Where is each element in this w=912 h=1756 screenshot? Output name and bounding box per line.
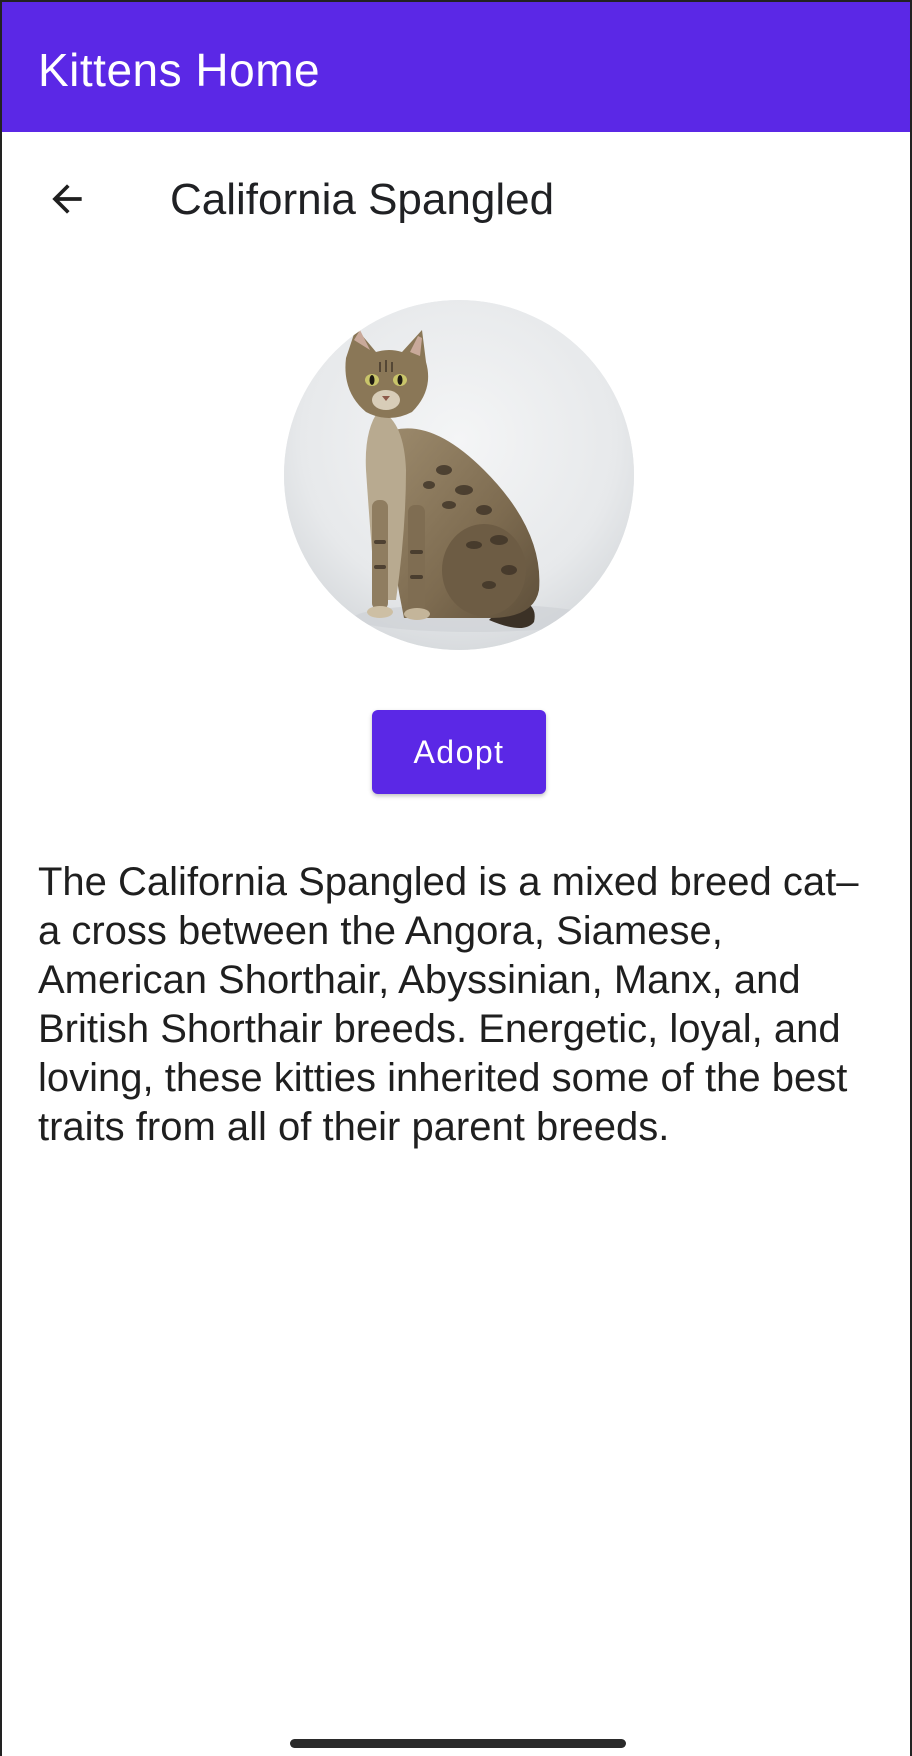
screen: Kittens Home California Spangled Adopt T… <box>0 0 912 1756</box>
cat-photo <box>284 300 634 650</box>
home-indicator[interactable] <box>290 1739 626 1748</box>
app-bar: Kittens Home <box>2 0 910 132</box>
app-title: Kittens Home <box>38 44 321 96</box>
breed-description: The California Spangled is a mixed breed… <box>38 860 859 1149</box>
cat-image <box>284 300 634 650</box>
arrow-back-icon <box>52 184 82 214</box>
adopt-button[interactable]: Adopt <box>372 710 546 794</box>
back-button[interactable] <box>32 164 102 234</box>
page-title: California Spangled <box>170 175 555 224</box>
detail-toolbar: California Spangled <box>2 132 910 266</box>
